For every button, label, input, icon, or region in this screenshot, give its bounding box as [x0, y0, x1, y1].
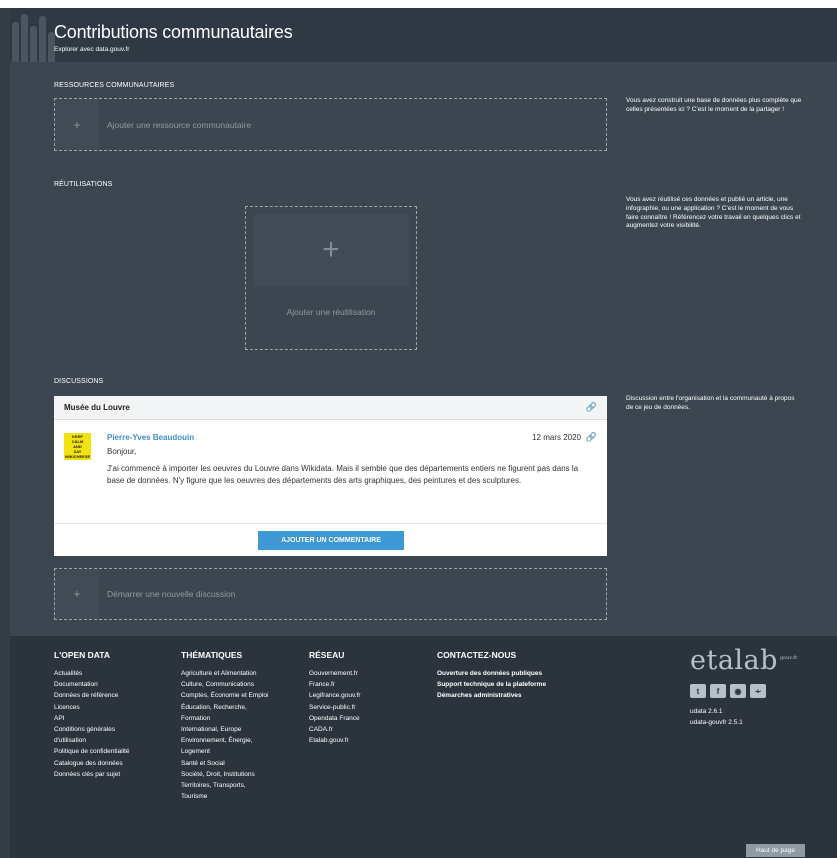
footer-link[interactable]: Gouvernement.fr — [309, 668, 361, 679]
footer-column-open-data: L'OPEN DATA Actualités Documentation Don… — [54, 650, 130, 780]
footer-link[interactable]: Opendata France — [309, 713, 361, 724]
footer-column-reseau: RÉSEAU Gouvernement.fr France.fr Legifra… — [309, 650, 361, 746]
footer-link[interactable]: Démarches administratives — [437, 690, 546, 701]
facebook-icon[interactable]: f — [710, 684, 726, 698]
footer-column-title: CONTACTEZ-NOUS — [437, 650, 517, 660]
footer-link[interactable]: Environnement, Énergie, — [181, 735, 268, 746]
footer-link[interactable]: Legifrance.gouv.fr — [309, 690, 361, 701]
footer-link[interactable]: Logement — [181, 746, 268, 757]
footer-link[interactable]: Politique de confidentialité — [54, 746, 130, 757]
discussions-help-text: Discussion entre l'organisation et la co… — [626, 395, 795, 411]
footer-link[interactable]: Ouverture des données publiques — [437, 668, 546, 679]
reuse-placeholder: + — [253, 214, 409, 286]
section-title-resources: RESSOURCES COMMUNAUTAIRES — [54, 82, 175, 89]
footer-column-title: THÉMATIQUES — [181, 650, 243, 660]
footer-link[interactable]: Données clés par sujet — [54, 769, 130, 780]
top-white-strip — [0, 0, 837, 8]
discussion-header: Musée du Louvre 🔗 — [54, 396, 607, 420]
comment-date: 12 mars 2020 — [532, 433, 581, 442]
footer-link[interactable]: Éducation, Recherche, — [181, 702, 268, 713]
discussion-card: Musée du Louvre 🔗 KEEP CALM AND SAY WIKI… — [54, 396, 607, 556]
rss-icon[interactable]: ∻ — [750, 684, 766, 698]
footer-column-thematiques: THÉMATIQUES Agriculture et Alimentation … — [181, 650, 268, 802]
footer-link[interactable]: Culture, Communications — [181, 679, 268, 690]
github-icon[interactable]: ◉ — [730, 684, 746, 698]
add-comment-button[interactable]: AJOUTER UN COMMENTAIRE — [258, 531, 404, 550]
comment-body: J'ai commencé à importer les oeuvres du … — [107, 464, 579, 485]
footer-link[interactable]: Conditions générales — [54, 724, 130, 735]
page-title: Contributions communautaires — [54, 22, 293, 42]
footer-column-title: RÉSEAU — [309, 650, 345, 660]
twitter-icon[interactable]: t — [690, 684, 706, 698]
page-subtitle: Explorer avec data.gouv.fr — [54, 46, 130, 53]
reuses-help-text: Vous avez réutilisé ces données et publi… — [626, 196, 801, 230]
footer-link[interactable]: International, Europe — [181, 724, 268, 735]
footer-column-title: L'OPEN DATA — [54, 650, 111, 660]
header-text: Contributions communautaires Explorer av… — [10, 8, 837, 62]
footer-link[interactable]: CADA.fr — [309, 724, 361, 735]
comment-permalink-icon[interactable]: 🔗 — [586, 432, 597, 443]
footer-link[interactable]: Comptes, Économie et Emploi — [181, 690, 268, 701]
udata-gouvfr-version: udata-gouvfr 2.5.1 — [690, 719, 743, 726]
social-links: t f ◉ ∻ — [690, 684, 766, 698]
start-discussion-button[interactable]: + Démarrer une nouvelle discussion — [54, 568, 607, 620]
plus-icon: + — [322, 233, 340, 266]
footer-link[interactable]: Formation — [181, 713, 268, 724]
permalink-icon[interactable]: 🔗 — [586, 402, 597, 413]
comment-greeting: Bonjour, — [107, 447, 137, 456]
footer-link[interactable]: France.fr — [309, 679, 361, 690]
discussion-title: Musée du Louvre — [64, 403, 130, 412]
add-reuse-label: Ajouter une réutilisation — [286, 307, 376, 317]
footer-link[interactable]: Territoires, Transports, — [181, 780, 268, 791]
footer-link[interactable]: Société, Droit, Institutions — [181, 769, 268, 780]
footer-column-contact: CONTACTEZ-NOUS Ouverture des données pub… — [437, 650, 546, 702]
footer-link[interactable]: Service-public.fr — [309, 702, 361, 713]
udata-version: udata 2.6.1 — [690, 708, 723, 715]
footer-link[interactable]: Santé et Social — [181, 758, 268, 769]
section-title-reuses: RÉUTILISATIONS — [54, 181, 113, 188]
add-community-resource-button[interactable]: + Ajouter une ressource communautaire — [54, 98, 607, 151]
etalab-logo[interactable]: etalab gouv.fr — [690, 645, 797, 676]
resources-help-text: Vous avez construit une base de données … — [626, 97, 802, 113]
footer-link[interactable]: Actualités — [54, 668, 130, 679]
start-discussion-label: Démarrer une nouvelle discussion — [107, 589, 236, 599]
footer-link[interactable]: d'utilisation — [54, 735, 130, 746]
avatar: KEEP CALM AND SAY WIKICHEESE — [64, 433, 91, 460]
back-to-top-button[interactable]: Haut de page — [746, 844, 805, 857]
footer-link[interactable]: Support technique de la plateforme — [437, 679, 546, 690]
discussion-footer: AJOUTER UN COMMENTAIRE — [54, 523, 607, 557]
footer-link[interactable]: API — [54, 713, 130, 724]
footer-link[interactable]: Etalab.gouv.fr — [309, 735, 361, 746]
plus-icon: + — [55, 569, 99, 619]
footer-link[interactable]: Tourisme — [181, 791, 268, 802]
footer-link[interactable]: Licences — [54, 702, 130, 713]
footer-link[interactable]: Documentation — [54, 679, 130, 690]
add-reuse-button[interactable]: + Ajouter une réutilisation — [245, 206, 417, 350]
footer-link[interactable]: Agriculture et Alimentation — [181, 668, 268, 679]
footer-link[interactable]: Catalogue des données — [54, 758, 130, 769]
footer-link[interactable]: Données de référence — [54, 690, 130, 701]
add-resource-label: Ajouter une ressource communautaire — [107, 119, 252, 130]
section-title-discussions: DISCUSSIONS — [54, 378, 104, 385]
comment-author-link[interactable]: Pierre-Yves Beaudouin — [107, 433, 194, 442]
plus-icon: + — [55, 99, 99, 150]
